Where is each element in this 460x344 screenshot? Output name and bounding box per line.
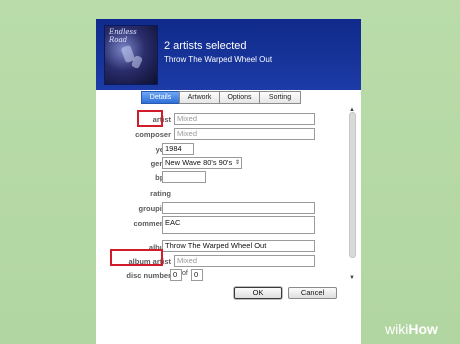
tab-sorting[interactable]: Sorting (259, 91, 301, 104)
rating-label: rating (150, 189, 171, 198)
scroll-thumb[interactable] (349, 112, 356, 258)
scroll-down-icon[interactable]: ▼ (349, 275, 355, 281)
tab-details[interactable]: Details (141, 91, 180, 104)
wikihow-watermark: wikiHow (385, 321, 438, 337)
album-artist-field[interactable]: Mixed (174, 255, 315, 267)
composer-label: composer (135, 130, 171, 139)
genre-value: New Wave 80's 90's (165, 158, 233, 167)
disc-number-label: disc number (126, 271, 171, 280)
get-info-dialog: Endless Road 2 artists selected Throw Th… (96, 19, 361, 344)
disc-count-field[interactable]: 0 (191, 269, 203, 281)
bpm-field[interactable] (162, 171, 206, 183)
artist-highlight-box (137, 110, 163, 127)
watermark-how: How (408, 321, 438, 337)
scrollbar[interactable]: ▲ ▼ (349, 107, 356, 285)
disc-of-label: of (182, 270, 188, 277)
watermark-wiki: wiki (385, 321, 409, 337)
album-artist-highlight-box (110, 249, 163, 266)
chevron-updown-icon: ⇕ (234, 160, 240, 166)
album-artwork: Endless Road (104, 25, 158, 85)
artist-field[interactable]: Mixed (174, 113, 315, 125)
tab-artwork[interactable]: Artwork (179, 91, 220, 104)
artwork-script-text: Endless Road (109, 28, 137, 44)
ok-button[interactable]: OK (234, 287, 282, 299)
selection-title: 2 artists selected (164, 40, 247, 52)
genre-select[interactable]: New Wave 80's 90's ⇕ (162, 157, 242, 169)
composer-field[interactable]: Mixed (174, 128, 315, 140)
disc-number-field[interactable]: 0 (170, 269, 182, 281)
album-field[interactable]: Throw The Warped Wheel Out (162, 240, 315, 252)
grouping-field[interactable] (162, 202, 315, 214)
dialog-header: Endless Road 2 artists selected Throw Th… (96, 19, 361, 90)
tab-options[interactable]: Options (219, 91, 260, 104)
comments-field[interactable]: EAC (162, 216, 315, 234)
year-field[interactable]: 1984 (162, 143, 194, 155)
selection-subtitle: Throw The Warped Wheel Out (164, 55, 273, 64)
tab-bar: Details Artwork Options Sorting (141, 91, 301, 104)
cancel-button[interactable]: Cancel (288, 287, 337, 299)
